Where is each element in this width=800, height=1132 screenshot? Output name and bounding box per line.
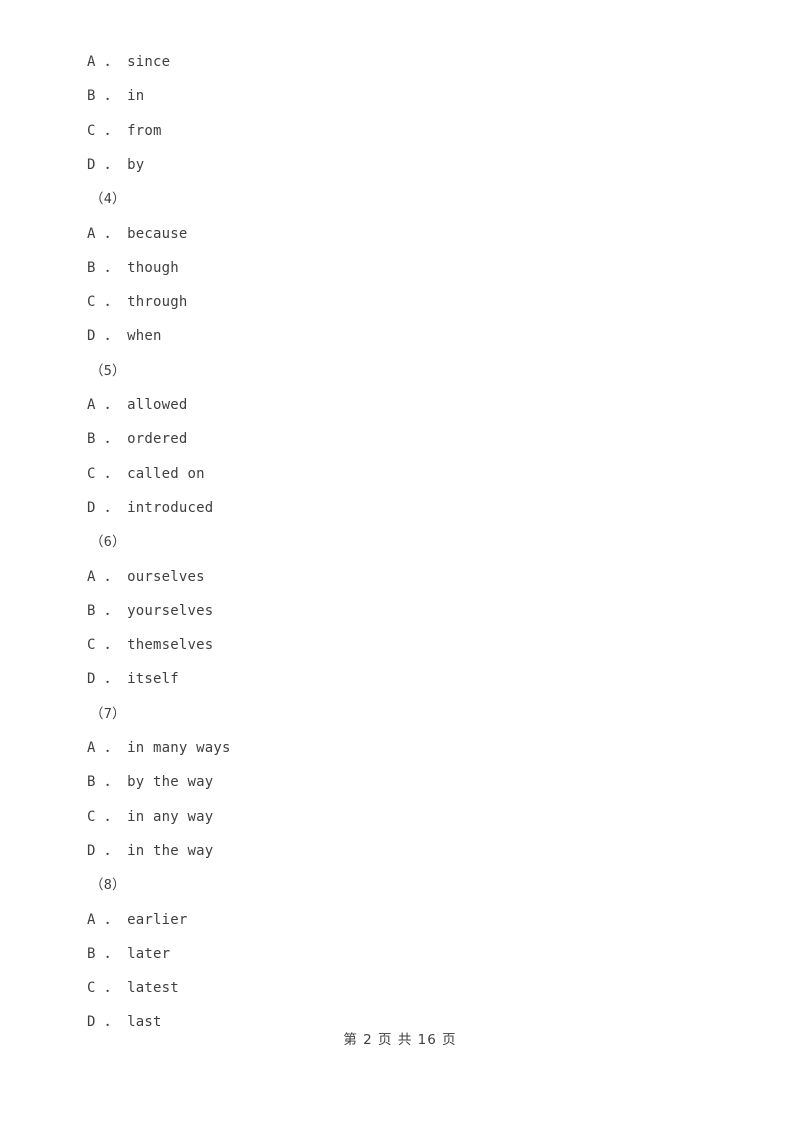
answer-option[interactable]: D ． introduced [0,491,213,525]
option-letter: C ． [87,637,119,654]
option-letter: C ． [87,465,119,482]
answer-option[interactable]: B ． in [0,79,144,113]
option-text: since [127,54,171,70]
option-letter: C ． [87,294,119,311]
option-letter: C ． [87,122,119,139]
answer-option[interactable]: A ． in many ways [0,731,231,765]
question-number: （4） [90,191,126,208]
option-letter: B ． [87,88,119,105]
answer-option[interactable]: A ． because [0,217,188,251]
option-letter: A ． [87,397,119,413]
option-text: from [127,122,162,139]
option-letter: A ． [87,568,119,585]
option-text: introduced [127,499,214,516]
answer-option[interactable]: C ． latest [0,971,179,1005]
option-letter: D ． [87,671,119,688]
option-text: yourselves [127,602,214,619]
answer-option[interactable]: D ． in the way [0,834,213,868]
option-text: in many ways [127,740,231,756]
option-text: through [127,294,188,311]
option-text: because [127,225,188,242]
option-letter: B ． [87,431,119,448]
answer-option[interactable]: A ． allowed [0,388,188,422]
option-letter: D ． [87,328,119,345]
option-text: in any way [127,808,214,825]
answer-option[interactable]: C ． called on [0,457,205,491]
option-text: ourselves [127,568,205,585]
option-text: themselves [127,637,214,654]
answer-option[interactable]: B ． ordered [0,422,188,456]
answer-option[interactable]: A ． since [0,45,170,79]
option-letter: A ． [87,225,119,242]
option-text: earlier [127,911,188,928]
option-letter: A ． [87,740,119,756]
option-text: when [127,328,162,345]
option-text: allowed [127,397,188,413]
question-number: （5） [90,362,126,379]
option-text: in [127,88,145,105]
option-letter: B ． [87,259,119,276]
option-text: latest [127,980,179,997]
option-text: by [127,156,145,173]
option-text: in the way [127,842,214,859]
option-text: by the way [127,774,214,791]
answer-option[interactable]: C ． in any way [0,800,213,834]
answer-option[interactable]: B ． later [0,937,170,971]
answer-option[interactable]: B ． by the way [0,765,213,799]
option-letter: D ． [87,499,119,516]
option-letter: A ． [87,911,119,928]
option-letter: B ． [87,774,119,791]
option-letter: D ． [87,842,119,859]
answer-option[interactable]: D ． itself [0,662,179,696]
option-letter: D ． [87,156,119,173]
answer-option[interactable]: C ． through [0,285,188,319]
answer-option[interactable]: A ． earlier [0,903,188,937]
option-letter: B ． [87,945,119,962]
question-number: （6） [90,534,126,551]
answer-option[interactable]: D ． when [0,319,162,353]
answer-option[interactable]: A ． ourselves [0,560,205,594]
document-page: A ． since B ． in C ． from D ． by （4） A ． beca… [0,0,800,1132]
question-number: （7） [90,705,126,722]
option-text: though [127,259,179,276]
option-text: later [127,945,171,962]
option-letter: A ． [87,54,119,70]
option-text: called on [127,465,205,482]
option-letter: C ． [87,808,119,825]
answer-option[interactable]: D ． by [0,148,144,182]
option-letter: B ． [87,602,119,619]
option-text: itself [127,671,179,688]
answer-option[interactable]: C ． themselves [0,628,213,662]
page-footer: 第 2 页 共 16 页 [343,1032,457,1048]
question-number: （8） [90,877,126,894]
answer-option[interactable]: B ． though [0,251,179,285]
answer-option[interactable]: B ． yourselves [0,594,213,628]
option-text: ordered [127,431,188,448]
option-letter: C ． [87,980,119,997]
answer-option[interactable]: C ． from [0,114,162,148]
